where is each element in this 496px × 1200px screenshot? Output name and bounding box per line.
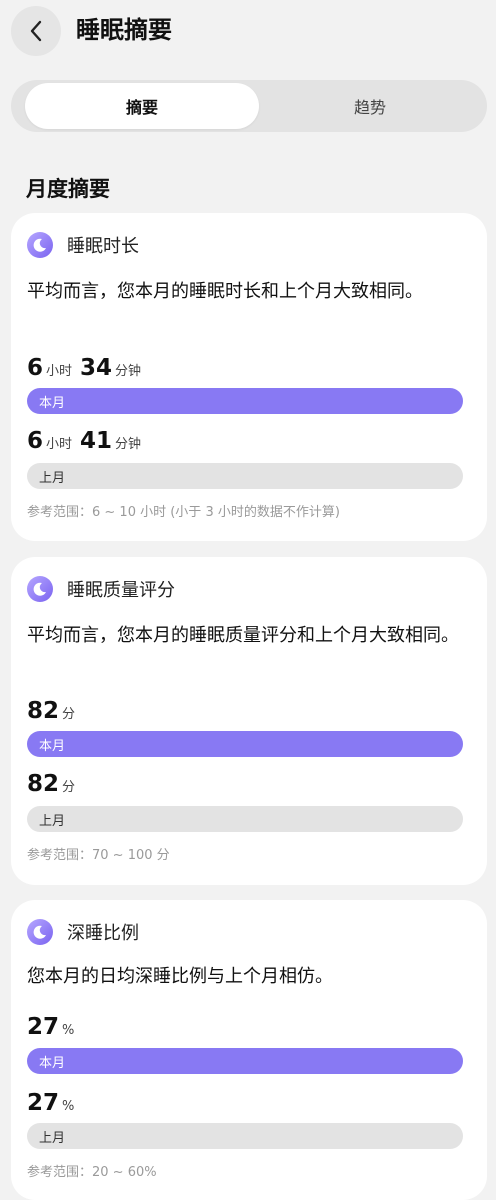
current-value: 82 分 — [27, 698, 83, 724]
current-value: 27 % — [27, 1014, 82, 1040]
tab-summary[interactable]: 摘要 — [25, 83, 259, 129]
tab-bar: 摘要 趋势 — [11, 80, 487, 132]
previous-value: 27 % — [27, 1090, 82, 1116]
previous-month-bar: 上月 — [27, 806, 463, 832]
header: 睡眠摘要 — [0, 0, 496, 62]
moon-icon — [27, 232, 53, 258]
previous-score: 82 — [27, 771, 60, 797]
score-unit: 分 — [62, 707, 76, 722]
percent-unit: % — [62, 1099, 75, 1114]
bar-label: 上月 — [39, 813, 66, 829]
sleep-duration-card[interactable]: 睡眠时长 平均而言，您本月的睡眠时长和上个月大致相同。 6 小时 34 分钟 本… — [11, 213, 487, 541]
card-header: 睡眠质量评分 — [27, 575, 175, 603]
moon-icon — [27, 576, 53, 602]
card-header: 睡眠时长 — [27, 231, 139, 259]
current-score: 82 — [27, 698, 60, 724]
bar-label: 本月 — [39, 1055, 66, 1071]
section-title: 月度摘要 — [26, 177, 110, 201]
card-title: 深睡比例 — [67, 923, 139, 944]
tab-trends[interactable]: 趋势 — [253, 83, 487, 129]
minutes-unit: 分钟 — [115, 364, 142, 379]
reference-range: 参考范围：20 ~ 60% — [27, 1165, 157, 1180]
bar-label: 本月 — [39, 395, 66, 411]
previous-minutes: 41 — [80, 428, 113, 454]
current-hours: 6 — [27, 355, 44, 381]
reference-range: 参考范围：6 ~ 10 小时 (小于 3 小时的数据不作计算) — [27, 505, 340, 520]
card-header: 深睡比例 — [27, 918, 139, 946]
card-title: 睡眠质量评分 — [67, 580, 175, 601]
current-percent: 27 — [27, 1014, 60, 1040]
percent-unit: % — [62, 1023, 75, 1038]
card-description: 平均而言，您本月的睡眠质量评分和上个月大致相同。 — [27, 625, 459, 646]
previous-value: 6 小时 41 分钟 — [27, 428, 149, 454]
current-month-bar: 本月 — [27, 1048, 463, 1074]
score-unit: 分 — [62, 780, 76, 795]
previous-percent: 27 — [27, 1090, 60, 1116]
chevron-left-icon — [30, 20, 42, 42]
current-month-bar: 本月 — [27, 731, 463, 757]
bar-label: 上月 — [39, 1130, 66, 1146]
hours-unit: 小时 — [46, 364, 73, 379]
previous-month-bar: 上月 — [27, 463, 463, 489]
previous-month-bar: 上月 — [27, 1123, 463, 1149]
deep-sleep-card[interactable]: 深睡比例 您本月的日均深睡比例与上个月相仿。 27 % 本月 27 % 上月 参… — [11, 900, 487, 1200]
hours-unit: 小时 — [46, 437, 73, 452]
moon-icon — [27, 919, 53, 945]
page-title: 睡眠摘要 — [76, 16, 172, 44]
card-description: 您本月的日均深睡比例与上个月相仿。 — [27, 966, 333, 987]
previous-value: 82 分 — [27, 771, 83, 797]
back-button[interactable] — [11, 6, 61, 56]
previous-hours: 6 — [27, 428, 44, 454]
current-month-bar: 本月 — [27, 388, 463, 414]
reference-range: 参考范围：70 ~ 100 分 — [27, 848, 170, 863]
sleep-quality-card[interactable]: 睡眠质量评分 平均而言，您本月的睡眠质量评分和上个月大致相同。 82 分 本月 … — [11, 557, 487, 885]
card-description: 平均而言，您本月的睡眠时长和上个月大致相同。 — [27, 281, 423, 302]
bar-label: 本月 — [39, 738, 66, 754]
bar-label: 上月 — [39, 470, 66, 486]
current-minutes: 34 — [80, 355, 113, 381]
current-value: 6 小时 34 分钟 — [27, 355, 149, 381]
card-title: 睡眠时长 — [67, 236, 139, 257]
minutes-unit: 分钟 — [115, 437, 142, 452]
